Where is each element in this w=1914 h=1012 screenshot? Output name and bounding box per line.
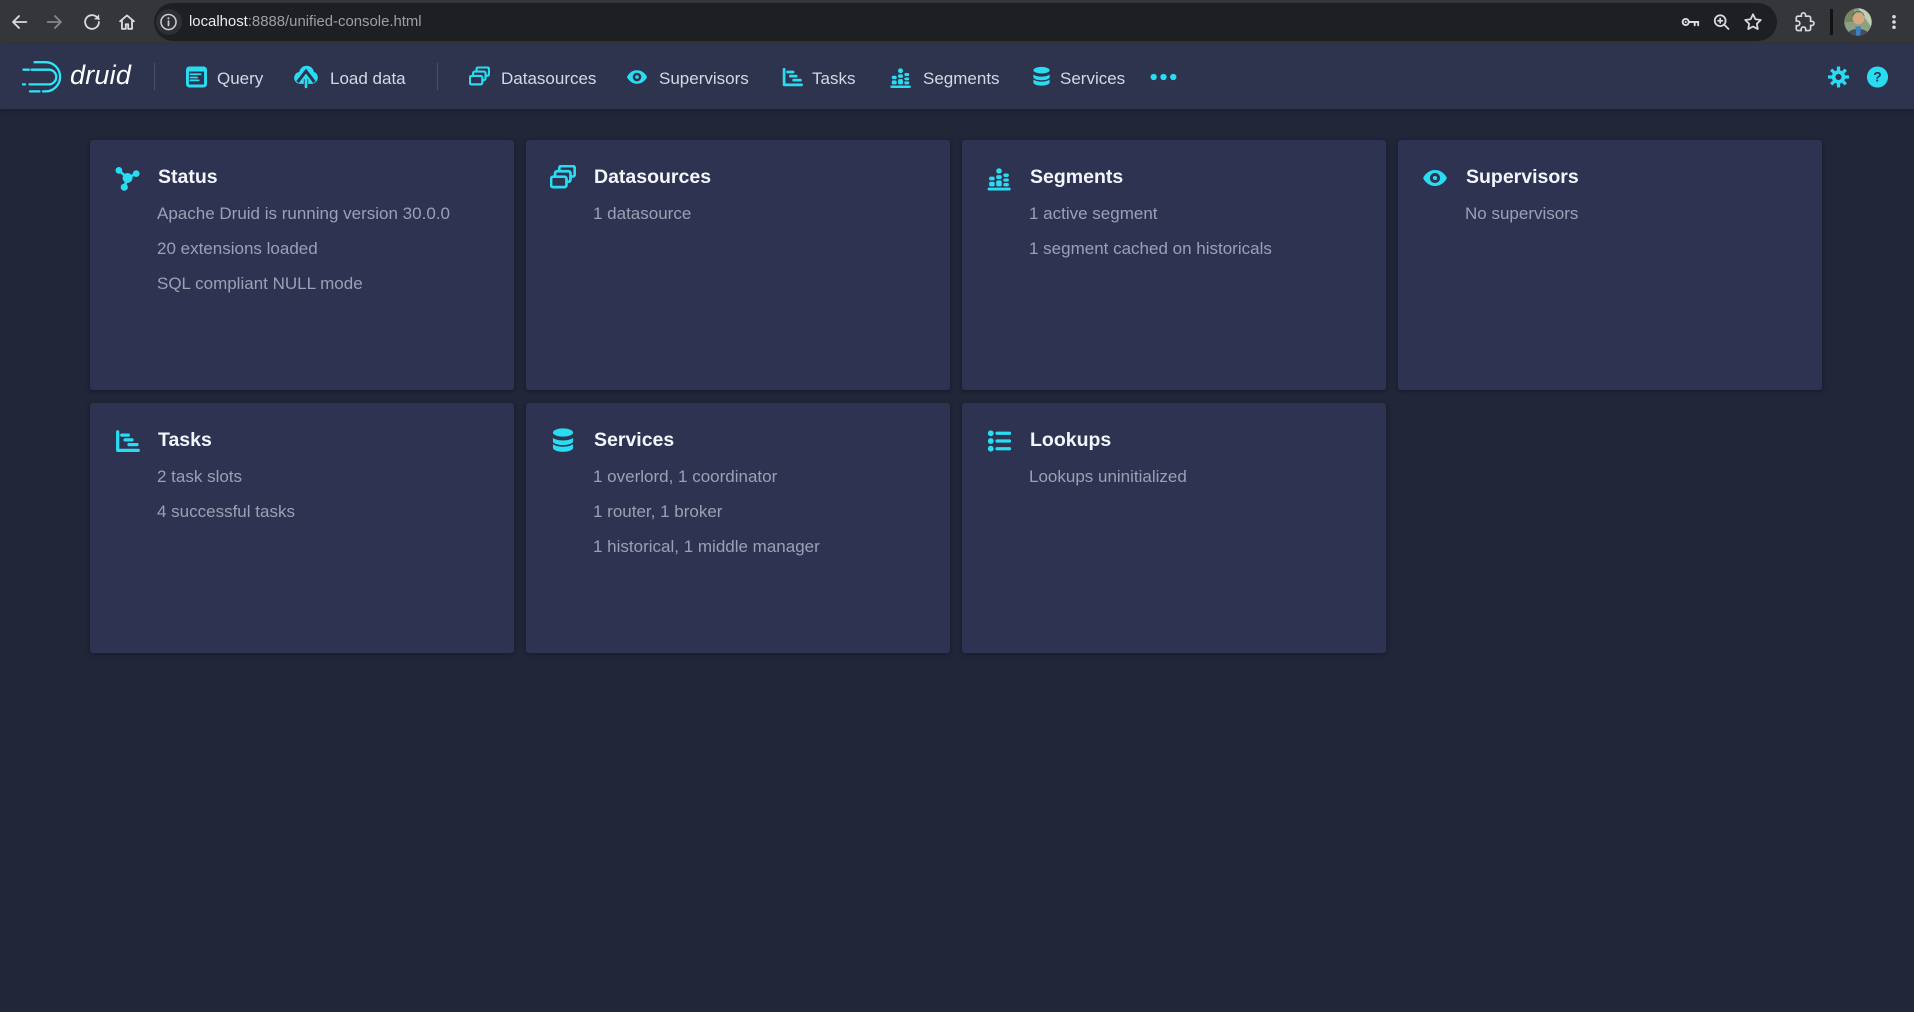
svg-text:?: ? [1873, 69, 1881, 85]
